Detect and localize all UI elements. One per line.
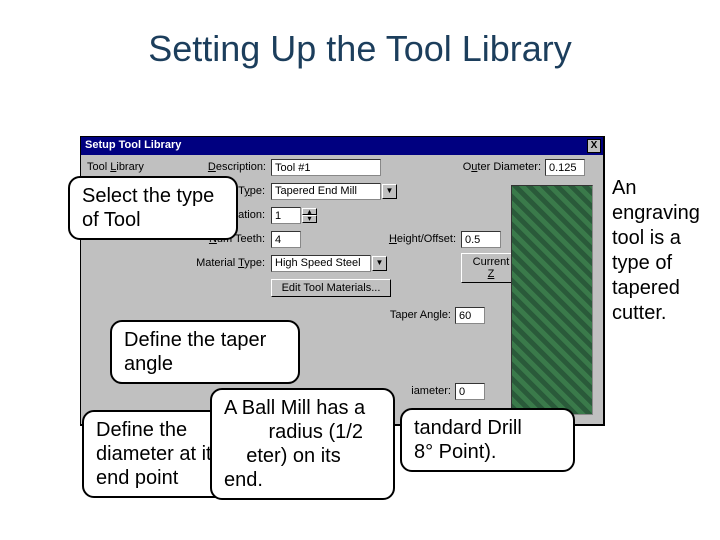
dialog-title: Setup Tool Library xyxy=(85,139,181,151)
description-input[interactable] xyxy=(271,159,381,176)
outer-diameter-input[interactable] xyxy=(545,159,585,176)
edit-tool-materials-button[interactable]: Edit Tool Materials... xyxy=(271,279,391,297)
type-select[interactable]: Tapered End Mill xyxy=(271,183,381,200)
tool-preview-pane xyxy=(511,185,593,415)
tool-library-label: Tool Library xyxy=(87,161,157,173)
close-icon[interactable]: X xyxy=(587,139,601,153)
callout-drill: tandard Drill8° Point). xyxy=(400,408,575,472)
slide-title: Setting Up the Tool Library xyxy=(0,28,720,70)
callout-define-taper: Define the taper angle xyxy=(110,320,300,384)
callout-ball-mill: A Ball Mill has a radius (1/2 eter) on i… xyxy=(210,388,395,500)
height-offset-label: Height/Offset: xyxy=(381,233,456,245)
callout-select-type: Select the type of Tool xyxy=(68,176,238,240)
station-input[interactable] xyxy=(271,207,301,224)
end-diameter-input[interactable] xyxy=(455,383,485,400)
description-label: Description: xyxy=(201,161,266,173)
chevron-down-icon[interactable]: ▼ xyxy=(372,256,387,271)
end-diameter-label: iameter: xyxy=(397,385,451,397)
dialog-titlebar: Setup Tool Library X xyxy=(81,137,603,155)
outer-diameter-label: Outer Diameter: xyxy=(451,161,541,173)
taper-angle-input[interactable] xyxy=(455,307,485,324)
height-offset-input[interactable] xyxy=(461,231,501,248)
chevron-down-icon[interactable]: ▼ xyxy=(382,184,397,199)
engraving-note: An engraving tool is a type of tapered c… xyxy=(612,176,712,326)
material-type-label: Material Type: xyxy=(189,257,265,269)
material-type-select[interactable]: High Speed Steel xyxy=(271,255,371,272)
num-teeth-input[interactable] xyxy=(271,231,301,248)
spinner-down-icon[interactable]: ▾ xyxy=(302,215,317,223)
taper-angle-label: Taper Angle: xyxy=(381,309,451,321)
